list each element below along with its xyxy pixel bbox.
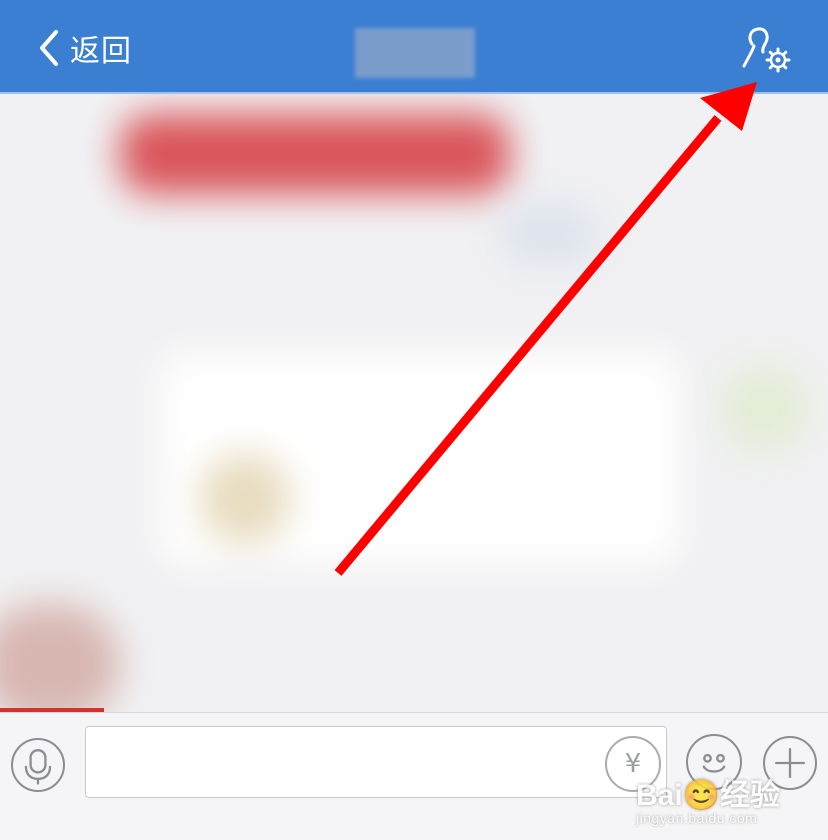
watermark-url: jingyan.baidu.com [636, 810, 758, 826]
back-button[interactable]: 返回 [36, 24, 132, 72]
blurred-green-avatar [720, 364, 810, 454]
microphone-icon [24, 749, 52, 785]
blurred-thumbnail [200, 454, 290, 544]
blurred-gray-spot [500, 204, 600, 264]
navigation-bar: 返回 [0, 0, 828, 94]
baidu-watermark: Bai😊经验 jingyan.baidu.com [636, 770, 826, 840]
page-title [355, 28, 475, 78]
back-label: 返回 [70, 34, 132, 69]
user-settings-icon [742, 27, 791, 73]
chevron-left-icon [40, 30, 58, 66]
chat-message-area [0, 94, 828, 712]
blurred-avatar [0, 604, 120, 712]
message-input[interactable] [85, 726, 667, 798]
blurred-red-banner [120, 114, 510, 194]
voice-input-button[interactable] [11, 738, 65, 792]
user-settings-button[interactable] [738, 22, 794, 74]
watermark-brand: Bai😊经验 [636, 779, 781, 812]
